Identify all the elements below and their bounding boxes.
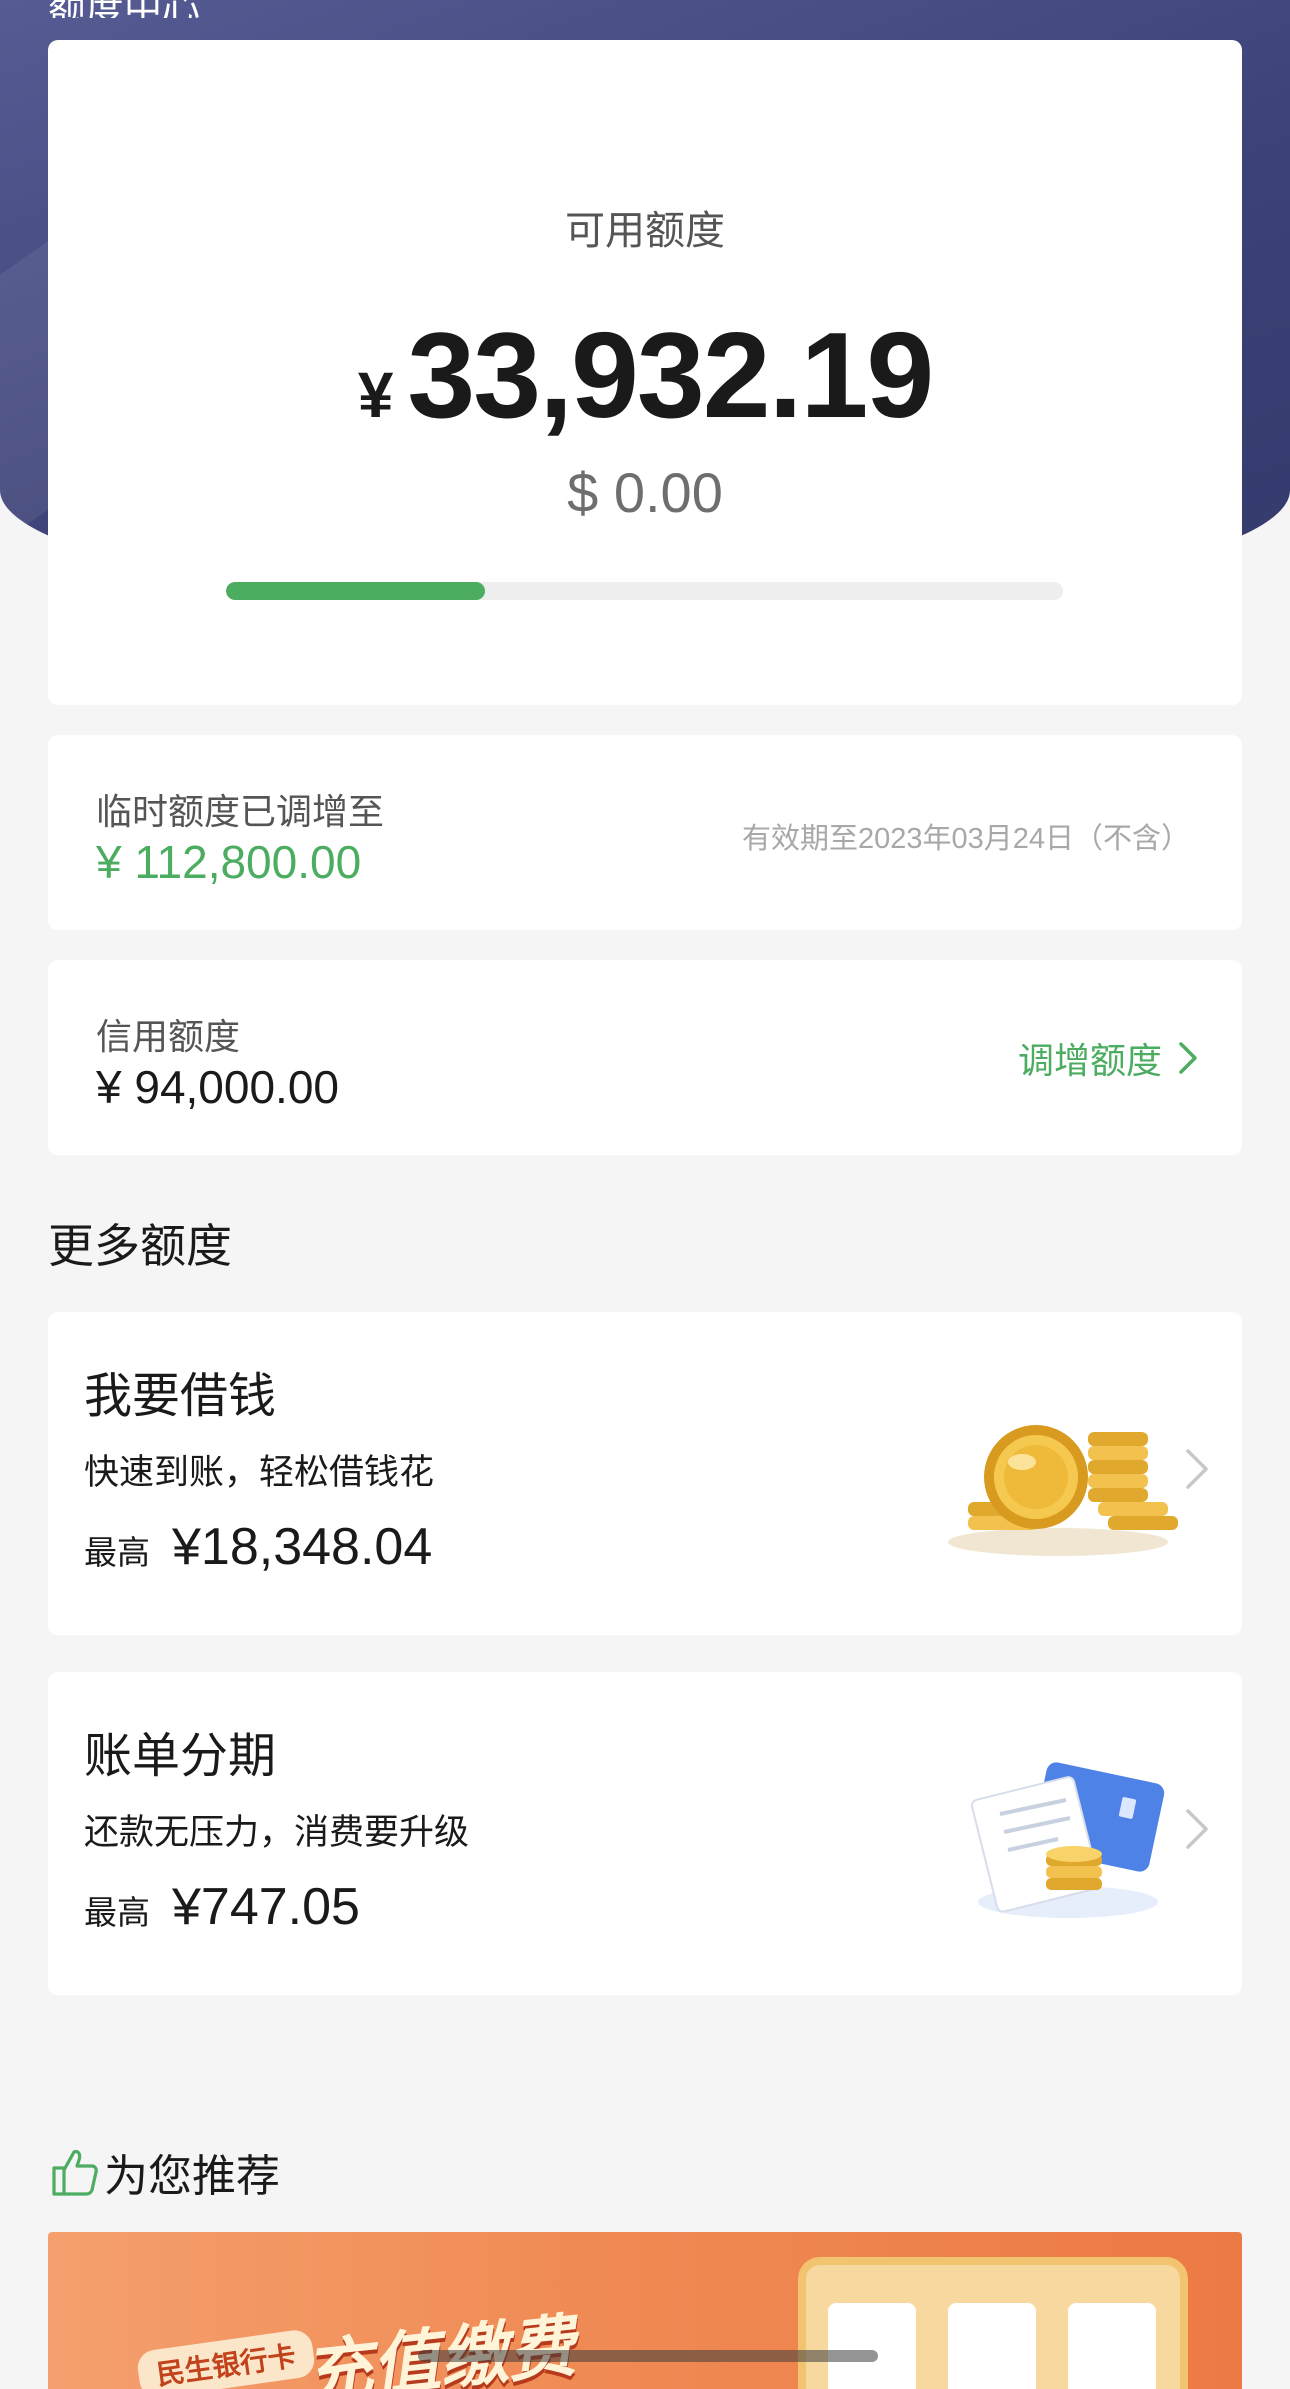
- chevron-right-icon: [1184, 1807, 1210, 1856]
- promo-banner[interactable]: 民生银行卡 充值缴费: [48, 2232, 1242, 2389]
- limit-usage-bar: [226, 582, 1063, 600]
- banner-headline: 充值缴费: [300, 2307, 579, 2389]
- product-title: 账单分期: [84, 1730, 277, 1783]
- credit-limit-card: 信用额度 ¥ 94,000.00 调增额度: [48, 960, 1242, 1155]
- product-max-amount: 最高 ¥18,348.04: [84, 1517, 432, 1577]
- page-title: 额度中心: [48, 0, 448, 18]
- usd-amount: $ 0.00: [567, 461, 723, 524]
- temporary-limit-card: 临时额度已调增至 ¥ 112,800.00 有效期至2023年03月24日（不含…: [48, 735, 1242, 930]
- available-amount-value: 33,932.19: [407, 307, 934, 443]
- slot-cell: [1068, 2303, 1156, 2389]
- credit-limit-value: ¥ 94,000.00: [96, 1061, 340, 1113]
- slot-cell: [828, 2303, 916, 2389]
- slot-cell: [948, 2303, 1036, 2389]
- temporary-limit-validity: 有效期至2023年03月24日（不含）: [741, 823, 1190, 855]
- slot-machine-illustration: [798, 2257, 1188, 2389]
- max-label: 最高: [84, 1534, 150, 1571]
- more-limits-title: 更多额度: [48, 1220, 232, 1272]
- product-max-amount: 最高 ¥747.05: [84, 1877, 360, 1937]
- product-title: 我要借钱: [84, 1370, 277, 1423]
- chevron-right-icon: [1184, 1447, 1210, 1496]
- limit-usage-fill: [226, 582, 486, 600]
- credit-limit-label: 信用额度: [96, 1016, 241, 1057]
- available-amount: ¥ 33,932.19: [48, 305, 1242, 445]
- product-description: 还款无压力，消费要升级: [84, 1813, 470, 1852]
- thumbs-up-icon: [48, 2146, 100, 2198]
- chevron-right-icon: [1178, 1041, 1198, 1075]
- recommend-title: 为您推荐: [104, 2152, 280, 2201]
- bill-card-icon: [938, 1752, 1198, 1932]
- loan-product-card[interactable]: 我要借钱 快速到账，轻松借钱花 最高 ¥18,348.04: [48, 1312, 1242, 1635]
- max-value: ¥18,348.04: [172, 1518, 433, 1576]
- increase-limit-label: 调增额度: [1017, 1040, 1162, 1081]
- temporary-limit-value: ¥ 112,800.00: [96, 836, 362, 888]
- available-limit-label: 可用额度: [565, 209, 725, 253]
- increase-limit-link[interactable]: 调增额度: [1018, 1032, 1198, 1084]
- recommend-header: 为您推荐: [48, 2140, 280, 2204]
- available-limit-card: 可用额度 ¥ 33,932.19 $ 0.00: [48, 40, 1242, 705]
- installment-product-card[interactable]: 账单分期 还款无压力，消费要升级 最高 ¥747.05: [48, 1672, 1242, 1995]
- product-description: 快速到账，轻松借钱花: [84, 1453, 435, 1492]
- temporary-limit-label: 临时额度已调增至: [96, 791, 385, 832]
- currency-symbol: ¥: [357, 359, 394, 431]
- gold-coins-icon: [938, 1392, 1198, 1572]
- banner-tag: 民生银行卡: [135, 2327, 317, 2389]
- home-indicator[interactable]: [418, 2350, 878, 2362]
- max-value: ¥747.05: [172, 1878, 360, 1936]
- max-label: 最高: [84, 1894, 150, 1931]
